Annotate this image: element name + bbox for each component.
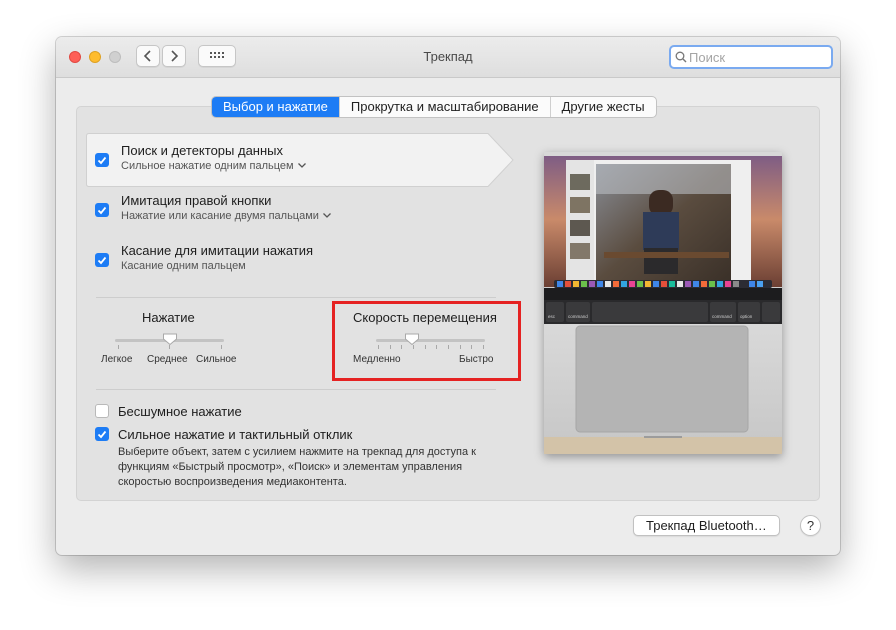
speed-slider-tick <box>425 345 426 349</box>
click-slider-label: Нажатие <box>142 310 195 325</box>
tab-bar: Выбор и нажатие Прокрутка и масштабирова… <box>211 96 657 118</box>
secondary-click-checkbox[interactable] <box>95 203 109 217</box>
click-slider-tick <box>221 345 222 349</box>
secondary-click-title[interactable]: Имитация правой кнопки <box>121 193 271 208</box>
speed-slider-tick <box>483 345 484 349</box>
search-field[interactable] <box>669 45 833 69</box>
speed-slider-tick <box>378 345 379 349</box>
divider <box>96 389 496 390</box>
click-slider-knob[interactable] <box>162 333 178 346</box>
click-tick-firm: Сильное <box>196 354 237 365</box>
click-tick-light: Легкое <box>101 354 133 365</box>
speed-slider-tick <box>436 345 437 349</box>
bluetooth-trackpad-button[interactable]: Трекпад Bluetooth… <box>633 515 780 536</box>
macbook-preview-image: esc command command option <box>544 152 782 454</box>
speed-slider-tick <box>401 345 402 349</box>
speed-slider-tick <box>460 345 461 349</box>
title-bar: Трекпад <box>56 37 840 78</box>
lookup-gesture-value: Сильное нажатие одним пальцем <box>121 160 294 172</box>
chevron-down-icon <box>322 213 331 218</box>
click-slider-tick <box>118 345 119 349</box>
tab-point-and-click[interactable]: Выбор и нажатие <box>212 97 339 117</box>
silent-click-title[interactable]: Бесшумное нажатие <box>118 404 242 419</box>
checkmark-icon <box>97 430 107 438</box>
touchbar-key-option: option <box>740 314 753 319</box>
secondary-click-value: Нажатие или касание двумя пальцами <box>121 210 319 222</box>
tab-more-gestures[interactable]: Другие жесты <box>549 97 656 117</box>
tab-scroll-and-zoom[interactable]: Прокрутка и масштабирование <box>338 97 550 117</box>
speed-slider-tick <box>390 345 391 349</box>
gesture-preview: esc command command option <box>544 152 782 454</box>
touchbar-key-command-right: command <box>712 314 732 319</box>
lookup-title[interactable]: Поиск и детекторы данных <box>121 143 283 158</box>
lookup-checkbox[interactable] <box>95 153 109 167</box>
search-icon <box>675 51 687 63</box>
help-button[interactable]: ? <box>800 515 821 536</box>
speed-slider-tick <box>471 345 472 349</box>
highlight-box <box>332 301 521 381</box>
silent-click-checkbox[interactable] <box>95 404 109 418</box>
tap-to-click-checkbox[interactable] <box>95 253 109 267</box>
speed-slider-tick <box>413 345 414 349</box>
chevron-down-icon <box>297 163 306 168</box>
touchbar-key-command-left: command <box>568 314 588 319</box>
secondary-click-dropdown[interactable]: Нажатие или касание двумя пальцами <box>121 210 331 222</box>
force-click-description: Выберите объект, затем с усилием нажмите… <box>118 446 476 488</box>
click-tick-medium: Среднее <box>147 354 188 365</box>
force-click-checkbox[interactable] <box>95 427 109 441</box>
tap-to-click-title[interactable]: Касание для имитации нажатия <box>121 243 313 258</box>
checkmark-icon <box>97 256 107 264</box>
divider <box>96 297 496 298</box>
tap-to-click-subtitle: Касание одним пальцем <box>121 260 246 272</box>
preferences-window: Трекпад Выбор и нажатие Прокрутка и масш… <box>56 37 840 555</box>
force-click-title[interactable]: Сильное нажатие и тактильный отклик <box>118 427 352 442</box>
checkmark-icon <box>97 156 107 164</box>
checkmark-icon <box>97 206 107 214</box>
speed-slider-tick <box>448 345 449 349</box>
touchbar-key-esc: esc <box>548 314 556 319</box>
lookup-gesture-dropdown[interactable]: Сильное нажатие одним пальцем <box>121 160 306 172</box>
search-input[interactable] <box>687 49 819 65</box>
